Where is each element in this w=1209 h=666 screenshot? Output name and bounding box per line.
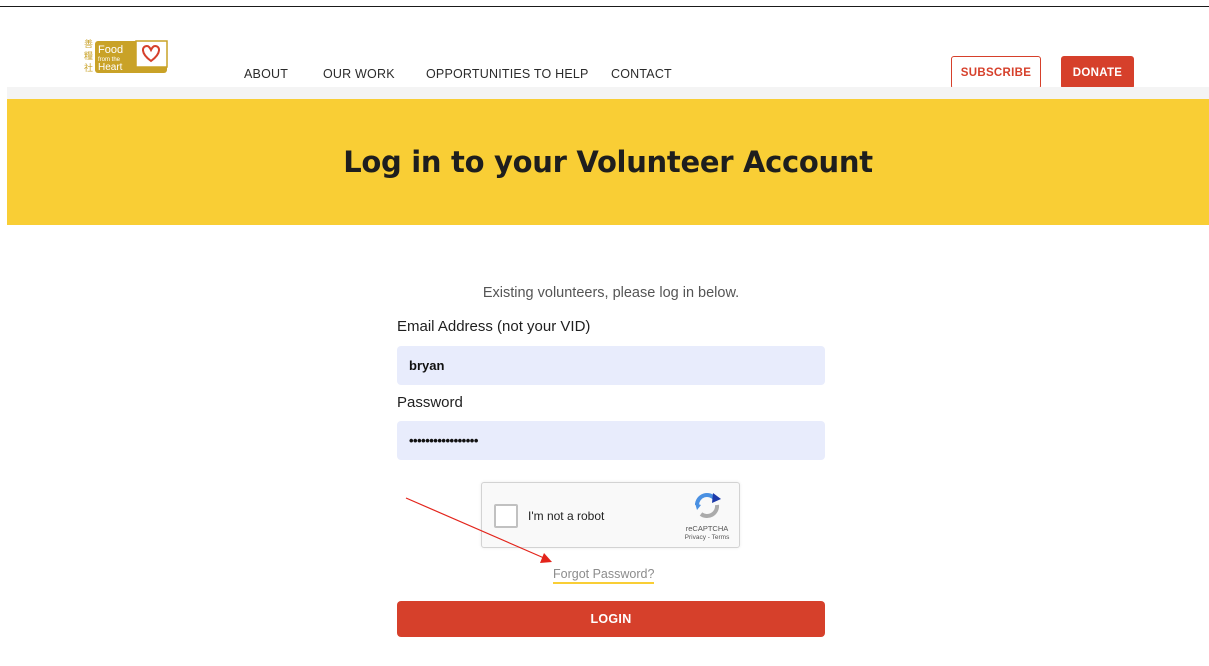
logo-char-1: 善: [84, 38, 93, 50]
nav-item-our-work[interactable]: OUR WORK: [323, 67, 395, 81]
arrow-head: [540, 553, 552, 563]
subscribe-button[interactable]: SUBSCRIBE: [951, 56, 1041, 89]
recaptcha-brand: reCAPTCHA: [685, 524, 729, 533]
header-divider-strip: [7, 87, 1209, 99]
hero-banner: Log in to your Volunteer Account: [7, 99, 1209, 225]
password-label: Password: [397, 394, 463, 411]
logo-char-2: 糧: [84, 50, 93, 62]
page-title: Log in to your Volunteer Account: [343, 145, 873, 179]
recaptcha-links[interactable]: Privacy - Terms: [675, 534, 739, 541]
email-field[interactable]: bryan: [397, 346, 825, 385]
recaptcha-checkbox[interactable]: [494, 504, 518, 528]
site-logo[interactable]: 善 糧 社 Food from the Heart: [84, 36, 168, 76]
email-label: Email Address (not your VID): [397, 318, 591, 335]
nav-item-about[interactable]: ABOUT: [244, 67, 288, 81]
recaptcha-label: I'm not a robot: [528, 509, 605, 523]
password-field[interactable]: •••••••••••••••••: [397, 421, 825, 460]
site-header: 善 糧 社 Food from the Heart ABOUT OUR WORK…: [0, 7, 1209, 89]
logo-line-3: Heart: [98, 62, 123, 73]
recaptcha-icon: [695, 493, 721, 518]
intro-text: Existing volunteers, please log in below…: [482, 285, 740, 301]
logo-line-1: Food: [98, 44, 123, 56]
nav-item-contact[interactable]: CONTACT: [611, 67, 672, 81]
recaptcha-widget: I'm not a robot reCAPTCHA Privacy - Term…: [481, 482, 740, 548]
nav-item-opportunities[interactable]: OPPORTUNITIES TO HELP: [426, 67, 589, 81]
logo-char-3: 社: [84, 62, 93, 74]
forgot-password-link[interactable]: Forgot Password?: [553, 567, 655, 584]
donate-button[interactable]: DONATE: [1061, 56, 1134, 89]
login-button[interactable]: LOGIN: [397, 601, 825, 637]
